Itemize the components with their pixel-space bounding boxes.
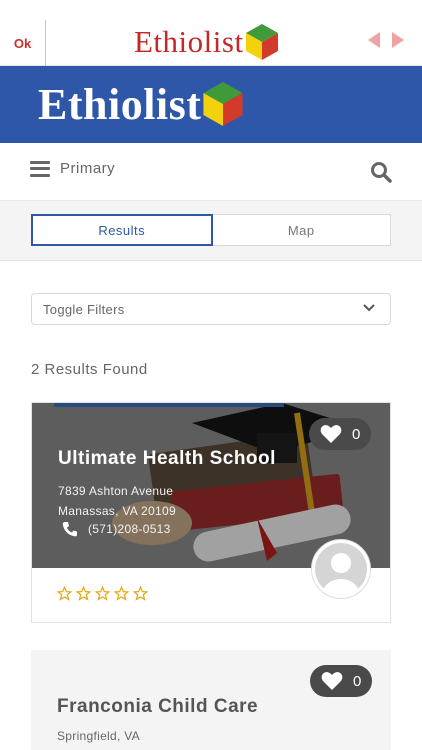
site-logo-text: Ethiolist (38, 79, 202, 129)
forward-arrow-icon[interactable] (392, 32, 404, 48)
toggle-filters-dropdown[interactable]: Toggle Filters (31, 293, 391, 325)
favorite-button[interactable]: 0 (309, 418, 371, 450)
favorite-button[interactable]: 0 (310, 665, 372, 697)
heart-icon (321, 672, 343, 690)
browser-logo-text: Ethiolist (134, 24, 244, 59)
toggle-filters-label: Toggle Filters (43, 301, 125, 317)
cube-logo-icon (203, 82, 243, 126)
star-outline-icon[interactable] (95, 586, 110, 601)
listing-city: Springfield, VA (57, 729, 140, 743)
star-outline-icon[interactable] (114, 586, 129, 601)
chevron-down-icon (363, 304, 375, 312)
hamburger-icon (30, 160, 50, 177)
primary-menu-label: Primary (60, 160, 116, 177)
address-line-2: Manassas, VA 20109 (58, 504, 176, 518)
browser-logo: Ethiolist (134, 22, 280, 62)
search-icon[interactable] (370, 161, 392, 183)
listing-card[interactable]: 0 Franconia Child Care Springfield, VA (31, 650, 391, 750)
phone-number: (571)208-0513 (88, 522, 171, 536)
heart-icon (320, 425, 342, 443)
phone-icon (62, 522, 77, 537)
listing-address: 7839 Ashton Avenue Manassas, VA 20109 (58, 481, 176, 521)
listing-title[interactable]: Ultimate Health School (58, 448, 276, 470)
listing-phone[interactable]: (571)208-0513 (62, 521, 171, 537)
star-outline-icon[interactable] (57, 586, 72, 601)
star-outline-icon[interactable] (133, 586, 148, 601)
site-header-banner: Ethiolist (0, 66, 422, 143)
view-tabs-bar: Results Map (0, 201, 422, 261)
primary-nav: Primary (0, 143, 422, 201)
address-line-1: 7839 Ashton Avenue (58, 484, 174, 498)
favorite-count: 0 (352, 425, 361, 443)
browser-toolbar: Ok Ethiolist (0, 0, 422, 66)
page-nav-arrows (368, 32, 404, 48)
star-outline-icon[interactable] (76, 586, 91, 601)
favorite-count: 0 (353, 672, 362, 690)
primary-menu-toggle[interactable]: Primary (30, 160, 115, 177)
site-logo[interactable]: Ethiolist (38, 78, 245, 130)
tab-results[interactable]: Results (31, 214, 213, 246)
view-tabs: Results Map (31, 214, 391, 246)
results-count: 2 Results Found (31, 361, 148, 378)
user-placeholder-icon (323, 553, 359, 595)
listing-card[interactable]: Ultimate Health School 7839 Ashton Avenu… (31, 402, 391, 623)
listing-title[interactable]: Franconia Child Care (57, 696, 258, 718)
cube-logo-icon (245, 24, 278, 60)
back-arrow-icon[interactable] (368, 32, 380, 48)
rating-stars (57, 586, 148, 601)
avatar (311, 539, 371, 599)
ok-button[interactable]: Ok (0, 20, 46, 66)
tab-map[interactable]: Map (212, 214, 391, 246)
